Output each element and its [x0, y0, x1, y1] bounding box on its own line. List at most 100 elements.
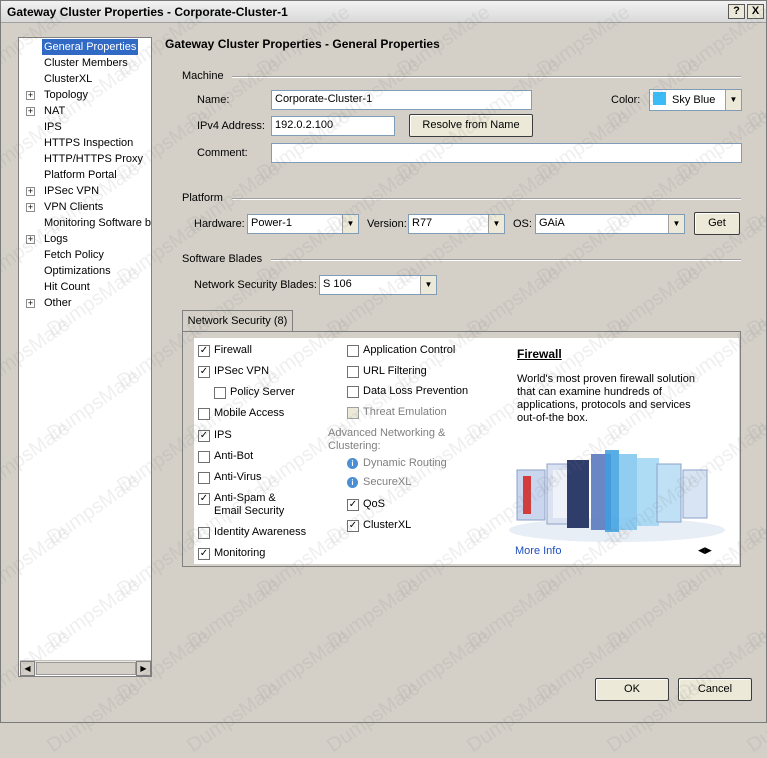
- checkmark-icon[interactable]: ✓: [198, 493, 210, 505]
- version-select[interactable]: R77 ▼: [408, 214, 505, 234]
- chevron-down-icon[interactable]: ▼: [342, 215, 358, 233]
- machine-section-label: Machine: [182, 70, 224, 82]
- empty-checkbox-icon[interactable]: [347, 366, 359, 378]
- ipv4-label: IPv4 Address:: [197, 120, 265, 132]
- checkmark-icon[interactable]: ✓: [347, 520, 359, 532]
- chevron-down-icon[interactable]: ▼: [668, 215, 684, 233]
- tree-item[interactable]: HTTP/HTTPS Proxy: [19, 151, 151, 167]
- checkbox-label: Anti-Spam &: [214, 492, 276, 504]
- checkbox-label: Application Control: [363, 344, 456, 356]
- tree-item-label: HTTPS Inspection: [44, 137, 134, 149]
- advanced-info-label: Dynamic Routing: [363, 457, 447, 469]
- tree-horizontal-scrollbar[interactable]: ◀ ▶: [20, 660, 151, 676]
- tree-item-label: Cluster Members: [44, 57, 128, 69]
- resolve-from-name-button[interactable]: Resolve from Name: [409, 114, 533, 137]
- tree-item[interactable]: + Topology: [19, 87, 151, 103]
- color-select[interactable]: Sky Blue ▼: [649, 89, 742, 111]
- chevron-down-icon[interactable]: ▼: [725, 90, 741, 110]
- tab-network-security[interactable]: Network Security (8): [182, 310, 293, 332]
- tree-item[interactable]: Hit Count: [19, 279, 151, 295]
- checkmark-icon[interactable]: ✓: [198, 345, 210, 357]
- help-button[interactable]: ?: [728, 4, 745, 19]
- empty-checkbox-icon[interactable]: [347, 386, 359, 398]
- expand-plus-icon[interactable]: +: [26, 235, 35, 244]
- tree-item[interactable]: Optimizations: [19, 263, 151, 279]
- tree-item[interactable]: Cluster Members: [19, 55, 151, 71]
- ok-button[interactable]: OK: [595, 678, 669, 701]
- more-info-link[interactable]: More Info: [515, 545, 561, 557]
- tree-item[interactable]: + IPSec VPN: [19, 183, 151, 199]
- tree-item[interactable]: + Other: [19, 295, 151, 311]
- expand-plus-icon[interactable]: +: [26, 299, 35, 308]
- checkbox-label: URL Filtering: [363, 365, 427, 377]
- close-button[interactable]: X: [747, 4, 764, 19]
- comment-field[interactable]: [271, 143, 742, 163]
- advanced-heading-line2: Clustering:: [328, 440, 381, 452]
- tree-item[interactable]: Platform Portal: [19, 167, 151, 183]
- expand-plus-icon[interactable]: +: [26, 187, 35, 196]
- advanced-info-label: SecureXL: [363, 476, 412, 488]
- tree-item[interactable]: Monitoring Software bla: [19, 215, 151, 231]
- checkbox-label: Data Loss Prevention: [363, 385, 469, 397]
- tree-item[interactable]: + Logs: [19, 231, 151, 247]
- checkbox-label: Identity Awareness: [214, 526, 307, 538]
- color-value: Sky Blue: [672, 94, 716, 106]
- checkbox-label: Policy Server: [230, 386, 295, 398]
- checkmark-icon[interactable]: ✓: [347, 499, 359, 511]
- blade-desc-line4: out-of-the box.: [517, 412, 588, 424]
- checkmark-icon[interactable]: ✓: [198, 366, 210, 378]
- empty-checkbox-icon[interactable]: [198, 408, 210, 420]
- nsb-select[interactable]: S 106 ▼: [319, 275, 437, 295]
- checkmark-icon[interactable]: ✓: [198, 430, 210, 442]
- empty-checkbox-icon[interactable]: [198, 527, 210, 539]
- tree-item-label: IPSec VPN: [44, 185, 100, 197]
- empty-checkbox-icon[interactable]: [214, 387, 226, 399]
- blade-desc-line1: World's most proven firewall solution: [517, 373, 695, 385]
- tree-item[interactable]: IPS: [19, 119, 151, 135]
- page-title: Gateway Cluster Properties - General Pro…: [165, 37, 440, 51]
- tree-item-label: NAT: [44, 105, 66, 117]
- hardware-label: Hardware:: [194, 218, 245, 230]
- version-label: Version:: [367, 218, 407, 230]
- left-right-arrows-icon[interactable]: ◀▶: [698, 545, 712, 556]
- tree-item[interactable]: HTTPS Inspection: [19, 135, 151, 151]
- empty-checkbox-icon[interactable]: [347, 345, 359, 357]
- chevron-down-icon[interactable]: ▼: [488, 215, 504, 233]
- tree-item-label: Fetch Policy: [44, 249, 104, 261]
- empty-checkbox-icon: [347, 407, 359, 419]
- tree-item[interactable]: + NAT: [19, 103, 151, 119]
- expand-plus-icon[interactable]: +: [26, 203, 35, 212]
- tree-item[interactable]: General Properties: [19, 39, 151, 55]
- info-icon: i: [347, 477, 358, 488]
- empty-checkbox-icon[interactable]: [198, 472, 210, 484]
- empty-checkbox-icon[interactable]: [198, 451, 210, 463]
- nsb-value: S 106: [323, 278, 352, 290]
- blades-section-label: Software Blades: [182, 253, 263, 265]
- blade-desc-line3: applications, protocols and services: [517, 399, 691, 411]
- cancel-button[interactable]: Cancel: [678, 678, 752, 701]
- os-select[interactable]: GAiA ▼: [535, 214, 685, 234]
- hardware-select[interactable]: Power-1 ▼: [247, 214, 359, 234]
- get-button[interactable]: Get: [694, 212, 740, 235]
- scroll-left-icon[interactable]: ◀: [20, 661, 35, 676]
- window-title: Gateway Cluster Properties - Corporate-C…: [7, 5, 288, 19]
- info-icon: i: [347, 458, 358, 469]
- expand-plus-icon[interactable]: +: [26, 107, 35, 116]
- checkbox-label: Anti-Bot: [214, 450, 254, 462]
- expand-plus-icon[interactable]: +: [26, 91, 35, 100]
- name-field[interactable]: Corporate-Cluster-1: [271, 90, 532, 110]
- checkmark-icon[interactable]: ✓: [198, 548, 210, 560]
- ipv4-field[interactable]: 192.0.2.100: [271, 116, 395, 136]
- advanced-heading-line1: Advanced Networking &: [328, 427, 446, 439]
- name-label: Name:: [197, 94, 230, 106]
- comment-label: Comment:: [197, 147, 248, 159]
- scroll-right-icon[interactable]: ▶: [136, 661, 151, 676]
- tree-item-label: VPN Clients: [44, 201, 104, 213]
- tree-item[interactable]: + VPN Clients: [19, 199, 151, 215]
- tree-item[interactable]: ClusterXL: [19, 71, 151, 87]
- tree-item[interactable]: Fetch Policy: [19, 247, 151, 263]
- chevron-down-icon[interactable]: ▼: [420, 276, 436, 294]
- dialog-window: Gateway Cluster Properties - Corporate-C…: [0, 0, 767, 723]
- scroll-thumb[interactable]: [36, 662, 136, 675]
- blade-title: Firewall: [517, 347, 562, 361]
